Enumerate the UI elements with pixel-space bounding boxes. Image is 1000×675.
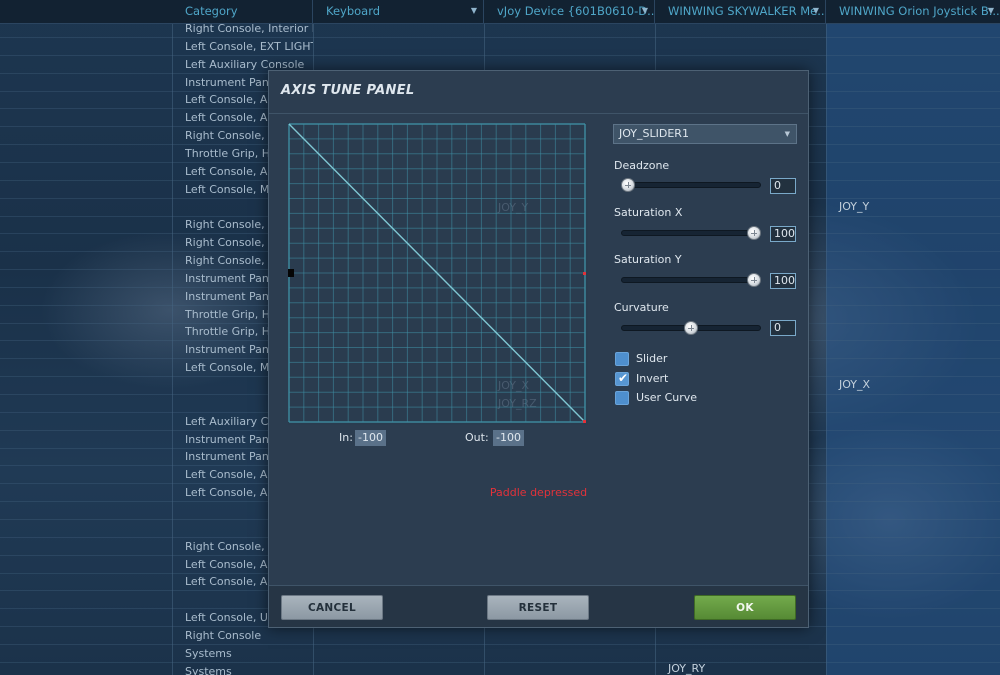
column-divider <box>172 24 173 675</box>
slider-checkbox[interactable] <box>615 352 629 366</box>
header-vjoy[interactable]: vJoy Device {601B0610-D... ▼ <box>491 0 655 24</box>
column-divider <box>826 24 827 675</box>
axis-select-value: JOY_SLIDER1 <box>619 127 689 140</box>
input-marker <box>288 269 294 277</box>
check-icon: ✔ <box>618 371 629 385</box>
row-category: Systems <box>185 665 232 675</box>
saturation-x-slider[interactable] <box>621 226 761 240</box>
header-keyboard[interactable]: Keyboard ▼ <box>320 0 484 24</box>
invert-checkbox-label: Invert <box>636 372 669 385</box>
sort-down-icon: ▼ <box>812 6 819 15</box>
output-marker <box>583 420 586 423</box>
saturation-x-value[interactable]: 100 <box>770 226 796 242</box>
binding-joy-ry[interactable]: JOY_RY <box>668 660 705 675</box>
saturation-y-label: Saturation Y <box>614 253 682 266</box>
sort-down-icon: ▼ <box>470 6 477 15</box>
slider-checkbox-label: Slider <box>636 352 668 365</box>
row-category: Left Console, EXT LIGHTIN <box>185 40 313 53</box>
curve-plot <box>288 123 586 423</box>
header-skywalker[interactable]: WINWING SKYWALKER Me... ▼ <box>662 0 826 24</box>
saturation-y-slider[interactable] <box>621 273 761 287</box>
deadzone-slider[interactable] <box>621 178 761 192</box>
curvature-slider-handle[interactable] <box>684 321 698 335</box>
header-label: vJoy Device {601B0610-D... <box>497 4 655 18</box>
curvature-label: Curvature <box>614 301 669 314</box>
header-category[interactable]: Category <box>179 0 313 24</box>
header-label: Keyboard <box>326 4 381 18</box>
chevron-down-icon: ▼ <box>784 130 790 138</box>
title-divider <box>269 113 808 114</box>
dialog-footer: CANCEL RESET OK <box>269 585 808 627</box>
out-value: -100 <box>493 430 524 446</box>
row-category: Systems <box>185 647 232 660</box>
saturation-x-slider-handle[interactable] <box>747 226 761 240</box>
output-marker <box>583 272 586 275</box>
in-label: In: <box>339 431 353 444</box>
invert-checkbox[interactable]: ✔ <box>615 371 629 386</box>
table-row[interactable]: Systems <box>0 663 1000 675</box>
header-label: WINWING SKYWALKER Me... <box>668 4 826 18</box>
deadzone-slider-handle[interactable] <box>621 178 635 192</box>
saturation-x-label: Saturation X <box>614 206 683 219</box>
header-orion[interactable]: WINWING Orion Joystick B... ▼ <box>833 0 1000 24</box>
axis-curve-graph: JOY_Y JOY_X JOY_RZ <box>288 123 588 425</box>
sort-down-icon: ▼ <box>987 6 994 15</box>
saturation-y-slider-handle[interactable] <box>747 273 761 287</box>
curvature-slider[interactable] <box>621 321 761 335</box>
axis-tune-dialog: AXIS TUNE PANEL JOY_Y JOY_X JOY_RZ In: -… <box>268 70 809 628</box>
curvature-value[interactable]: 0 <box>770 320 796 336</box>
cancel-button[interactable]: CANCEL <box>281 595 383 620</box>
axis-select[interactable]: JOY_SLIDER1 ▼ <box>613 124 797 144</box>
table-header: Category Keyboard ▼ vJoy Device {601B061… <box>0 0 1000 24</box>
out-label: Out: <box>465 431 489 444</box>
deadzone-label: Deadzone <box>614 159 670 172</box>
user-curve-checkbox-label: User Curve <box>636 391 698 404</box>
binding-joy-x[interactable]: JOY_X <box>839 376 870 394</box>
table-row[interactable]: Systems <box>0 645 1000 663</box>
in-value: -100 <box>355 430 386 446</box>
status-message: Paddle depressed <box>489 486 588 499</box>
deadzone-value[interactable]: 0 <box>770 178 796 194</box>
header-label: Category <box>185 4 238 18</box>
user-curve-checkbox[interactable] <box>615 391 629 405</box>
dialog-title: AXIS TUNE PANEL <box>281 83 415 98</box>
reset-button[interactable]: RESET <box>487 595 589 620</box>
sort-down-icon: ▼ <box>641 6 648 15</box>
header-label: WINWING Orion Joystick B... <box>839 4 1000 18</box>
table-row[interactable]: Left Console, EXT LIGHTIN <box>0 38 1000 56</box>
row-category: Right Console <box>185 629 262 642</box>
binding-joy-y[interactable]: JOY_Y <box>839 198 869 216</box>
saturation-y-value[interactable]: 100 <box>770 273 796 289</box>
ok-button[interactable]: OK <box>694 595 796 620</box>
table-row[interactable]: Right Console <box>0 627 1000 645</box>
